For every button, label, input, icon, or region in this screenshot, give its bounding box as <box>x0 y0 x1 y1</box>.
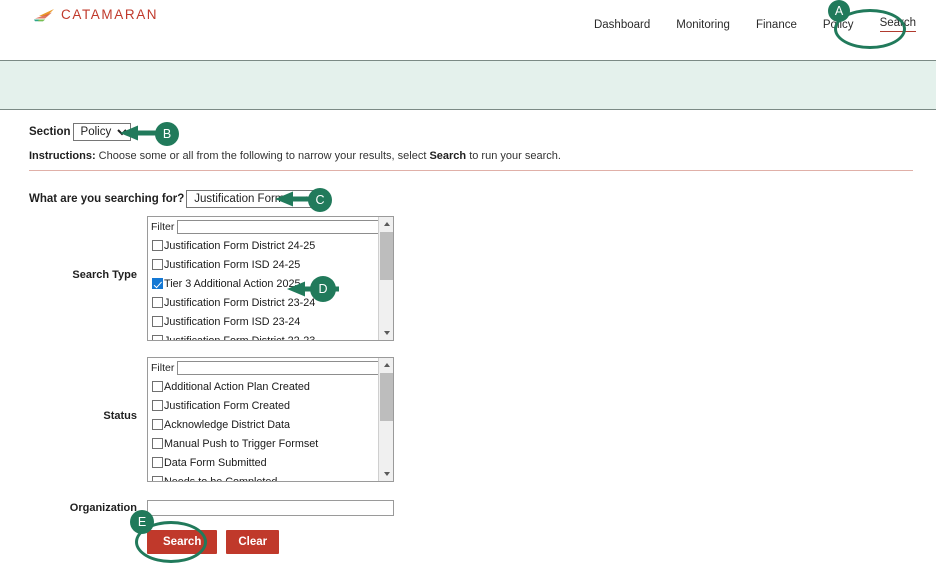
list-item[interactable]: Tier 3 Additional Action 2025 <box>148 274 393 293</box>
status-options: Additional Action Plan Created Justifica… <box>148 377 393 482</box>
brand-name: CATAMARAN <box>61 7 159 22</box>
checkbox-icon[interactable] <box>152 316 163 327</box>
search-type-filter-bar: Filter <box>148 217 393 236</box>
section-select[interactable]: Policy <box>72 123 131 141</box>
instructions-prefix: Instructions: <box>29 150 96 162</box>
site-header: CATAMARAN Dashboard Monitoring Finance P… <box>0 0 936 60</box>
searching-for-select[interactable]: Justification Forms <box>186 190 320 208</box>
status-listbox[interactable]: Filter Additional Action Plan Created Ju… <box>147 357 394 482</box>
search-type-options: Justification Form District 24-25 Justif… <box>148 236 393 341</box>
list-item-label: Justification Form ISD 24-25 <box>164 258 301 271</box>
scroll-up-icon[interactable] <box>379 358 393 372</box>
instructions-text: Instructions: Choose some or all from th… <box>29 150 561 162</box>
section-divider <box>29 170 913 171</box>
page-banner <box>0 60 936 110</box>
scrollbar-thumb[interactable] <box>380 232 393 280</box>
scroll-down-icon[interactable] <box>379 467 393 481</box>
searching-for-label: What are you searching for? <box>29 193 185 205</box>
search-button[interactable]: Search <box>147 530 218 554</box>
checkbox-icon-checked[interactable] <box>152 278 163 289</box>
nav-item-monitoring[interactable]: Monitoring <box>676 19 730 31</box>
section-label: Section <box>29 126 71 138</box>
status-row: Status Filter Additional Action Plan Cre… <box>29 357 394 482</box>
sail-icon <box>33 8 55 22</box>
checkbox-icon[interactable] <box>152 438 163 449</box>
annotation-c-badge: C <box>308 188 332 212</box>
instructions-emphasis: Search <box>429 150 467 162</box>
clear-button[interactable]: Clear <box>226 530 280 554</box>
search-type-filter-input[interactable] <box>177 220 391 234</box>
checkbox-icon[interactable] <box>152 259 163 270</box>
instructions-body-before: Choose some or all from the following to… <box>95 150 430 162</box>
list-item[interactable]: Justification Form District 22-23 <box>148 331 393 341</box>
search-type-filter-label: Filter <box>151 221 175 233</box>
list-item-label: Tier 3 Additional Action 2025 <box>164 277 301 290</box>
list-item[interactable]: Additional Action Plan Created <box>148 377 393 396</box>
list-item[interactable]: Manual Push to Trigger Formset <box>148 434 393 453</box>
checkbox-icon[interactable] <box>152 335 163 340</box>
list-item[interactable]: Justification Form Created <box>148 396 393 415</box>
nav-item-policy[interactable]: Policy <box>823 19 854 31</box>
list-item[interactable]: Justification Form District 23-24 <box>148 293 393 312</box>
section-row: Section Policy <box>29 123 131 141</box>
organization-row: Organization <box>29 500 394 516</box>
organization-label: Organization <box>69 502 137 514</box>
searching-for-row: What are you searching for? Justificatio… <box>29 190 320 208</box>
search-type-row: Search Type Filter Justification Form Di… <box>29 216 394 341</box>
scroll-up-icon[interactable] <box>379 217 393 231</box>
list-item[interactable]: Justification Form ISD 24-25 <box>148 255 393 274</box>
list-item-label: Justification Form District 22-23 <box>164 334 316 341</box>
checkbox-icon[interactable] <box>152 476 163 481</box>
list-item[interactable]: Acknowledge District Data <box>148 415 393 434</box>
status-filter-label: Filter <box>151 362 175 374</box>
search-type-listbox[interactable]: Filter Justification Form District 24-25… <box>147 216 394 341</box>
scroll-down-icon[interactable] <box>379 326 393 340</box>
search-type-label: Search Type <box>72 269 137 281</box>
app-window: CATAMARAN Dashboard Monitoring Finance P… <box>0 0 936 568</box>
scrollbar-thumb[interactable] <box>380 373 393 421</box>
list-item-label: Justification Form District 23-24 <box>164 296 316 309</box>
status-filter-input[interactable] <box>177 361 391 375</box>
organization-input[interactable] <box>147 500 394 516</box>
list-item-label: Justification Form Created <box>164 399 291 412</box>
list-item-label: Additional Action Plan Created <box>164 380 310 393</box>
list-item-label: Justification Form District 24-25 <box>164 239 316 252</box>
brand-logo[interactable]: CATAMARAN <box>33 7 158 22</box>
list-item-label: Justification Form ISD 23-24 <box>164 315 301 328</box>
checkbox-icon[interactable] <box>152 419 163 430</box>
list-item[interactable]: Data Form Submitted <box>148 453 393 472</box>
list-item[interactable]: Needs to be Completed <box>148 472 393 482</box>
checkbox-icon[interactable] <box>152 400 163 411</box>
checkbox-icon[interactable] <box>152 240 163 251</box>
instructions-body-after: to run your search. <box>466 150 561 162</box>
checkbox-icon[interactable] <box>152 457 163 468</box>
list-item-label: Manual Push to Trigger Formset <box>164 437 319 450</box>
form-actions: Search Clear <box>147 530 280 554</box>
main-nav: Dashboard Monitoring Finance Policy Sear… <box>594 17 917 32</box>
nav-item-dashboard[interactable]: Dashboard <box>594 19 650 31</box>
nav-item-finance[interactable]: Finance <box>756 19 797 31</box>
annotation-d-badge: D <box>310 276 336 302</box>
list-item-label: Acknowledge District Data <box>164 418 291 431</box>
nav-item-search[interactable]: Search <box>879 17 917 32</box>
list-item-label: Needs to be Completed <box>164 475 278 482</box>
status-scrollbar[interactable] <box>378 358 393 481</box>
status-filter-bar: Filter <box>148 358 393 377</box>
search-type-scrollbar[interactable] <box>378 217 393 340</box>
checkbox-icon[interactable] <box>152 297 163 308</box>
list-item[interactable]: Justification Form District 24-25 <box>148 236 393 255</box>
list-item-label: Data Form Submitted <box>164 456 267 469</box>
annotation-b-badge: B <box>155 122 179 146</box>
list-item[interactable]: Justification Form ISD 23-24 <box>148 312 393 331</box>
status-label: Status <box>103 410 137 422</box>
checkbox-icon[interactable] <box>152 381 163 392</box>
